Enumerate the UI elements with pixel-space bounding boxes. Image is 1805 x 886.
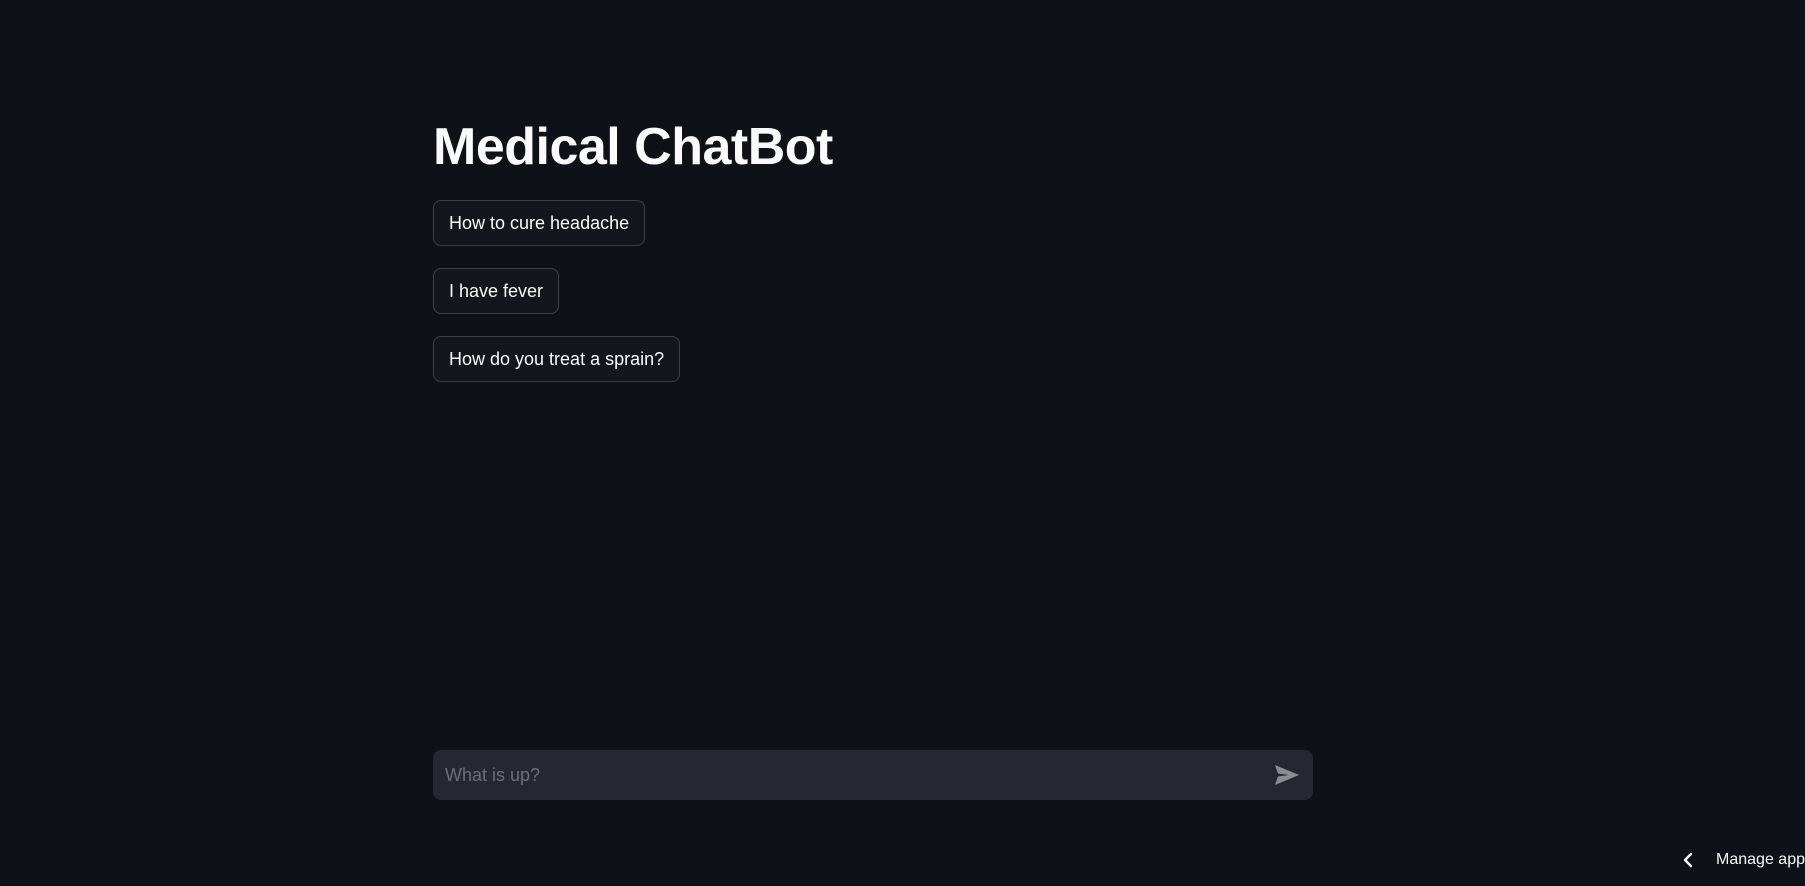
chat-input-container [433, 750, 1313, 800]
suggestion-button-sprain[interactable]: How do you treat a sprain? [433, 336, 681, 382]
send-icon [1275, 765, 1299, 785]
manage-app-label: Manage app [1716, 851, 1805, 868]
chevron-left-icon [1678, 850, 1698, 870]
suggestion-button-headache[interactable]: How to cure headache [433, 200, 646, 246]
page-title: Medical ChatBot [433, 118, 833, 176]
send-button[interactable] [1271, 759, 1303, 791]
manage-app-button[interactable]: Manage app [1678, 845, 1805, 875]
chat-input[interactable] [433, 750, 1253, 800]
suggestion-button-fever[interactable]: I have fever [433, 268, 560, 314]
